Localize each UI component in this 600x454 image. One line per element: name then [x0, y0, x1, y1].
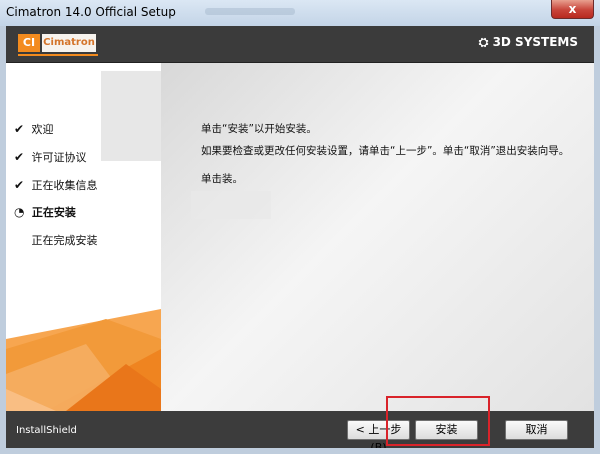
checkmark-icon: ✔ [14, 178, 25, 192]
wizard-content: CI Cimatron ⛭ 3D SYSTEMS ✔ 欢迎 ✔ 许可证协议 ✔ … [6, 26, 594, 448]
sidebar-blurred-region [101, 71, 161, 161]
checkmark-icon: ✔ [14, 150, 25, 164]
checkmark-icon: ✔ [14, 122, 25, 136]
step-license: ✔ 许可证协议 [14, 149, 87, 165]
instruction-line-1: 单击“安装”以开始安装。 [201, 123, 317, 135]
brand-3d-systems: ⛭ 3D SYSTEMS [479, 35, 578, 50]
step-installing: ◔ 正在安装 [14, 204, 76, 220]
main-panel: 单击“安装”以开始安装。 如果要检查或更改任何安装设置，请单击“上一步”。单击“… [161, 63, 594, 411]
installshield-label: InstallShield [16, 425, 77, 436]
window-title: Cimatron 14.0 Official Setup [6, 5, 176, 19]
instruction-line-3: 单击装。 [201, 173, 243, 185]
close-button[interactable]: x [551, 0, 594, 19]
setup-window: Cimatron 14.0 Official Setup x CI Cimatr… [0, 0, 600, 454]
logo-underline [18, 54, 98, 56]
main-blurred-region [191, 191, 271, 219]
orange-decoration [6, 279, 161, 411]
brand-text: 3D SYSTEMS [492, 35, 578, 49]
cimatron-logo-text: Cimatron [42, 34, 96, 52]
cimatron-logo-mark: CI [18, 34, 40, 52]
step-label: 正在完成安装 [31, 234, 98, 247]
step-label: 正在收集信息 [31, 179, 98, 192]
step-collecting-info: ✔ 正在收集信息 [14, 177, 98, 193]
cancel-button[interactable]: 取消 [505, 420, 568, 440]
step-label: 许可证协议 [31, 151, 87, 164]
step-label: 欢迎 [31, 123, 54, 136]
wizard-footer: InstallShield < 上一步(B) 安装 取消 [6, 411, 594, 448]
highlight-annotation [386, 396, 490, 446]
steps-sidebar: ✔ 欢迎 ✔ 许可证协议 ✔ 正在收集信息 ◔ 正在安装 正在完成安装 [6, 63, 161, 411]
title-bar[interactable]: Cimatron 14.0 Official Setup x [0, 0, 600, 26]
progress-ring-icon: ◔ [14, 205, 25, 219]
instruction-line-2: 如果要检查或更改任何安装设置，请单击“上一步”。单击“取消”退出安装向导。 [201, 145, 570, 157]
close-icon: x [568, 2, 577, 16]
step-finishing: 正在完成安装 [14, 232, 98, 248]
step-welcome: ✔ 欢迎 [14, 121, 54, 137]
wizard-header: CI Cimatron ⛭ 3D SYSTEMS [6, 26, 594, 63]
step-label: 正在安装 [31, 206, 76, 219]
title-blurred-text [205, 8, 295, 15]
3d-systems-logo-icon: ⛭ [478, 35, 493, 49]
